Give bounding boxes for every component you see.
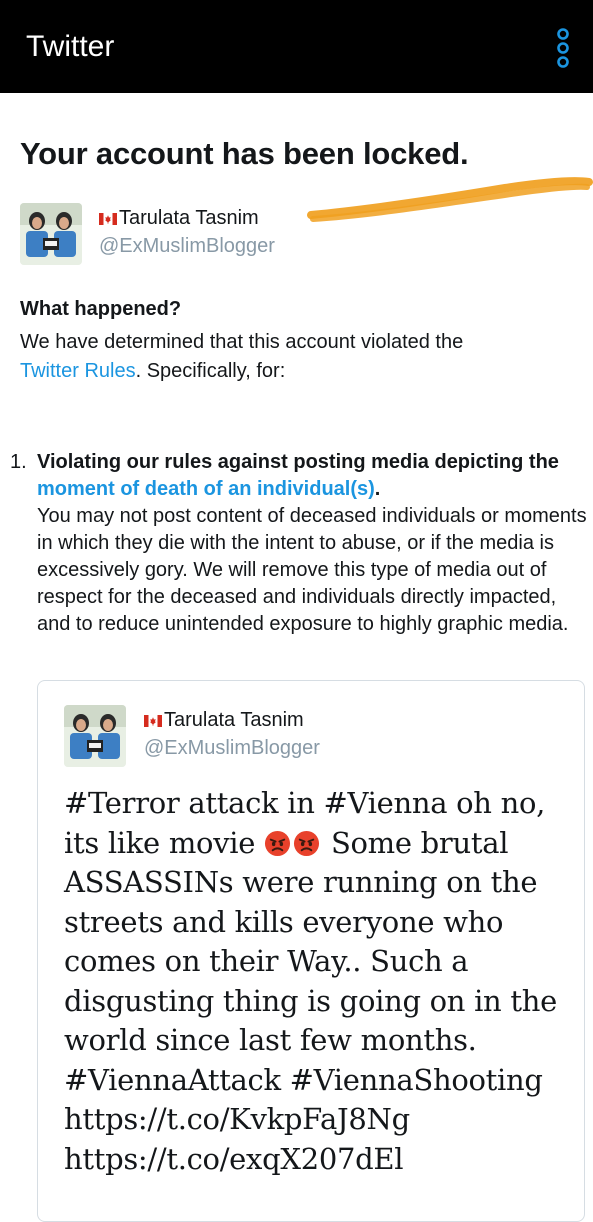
tweet-author-name-text: Tarulata Tasnim (164, 709, 304, 731)
avatar (20, 203, 82, 265)
tweet-line: ASSASSINs were running on the (64, 865, 538, 899)
orange-highlight-mark (307, 177, 593, 222)
tweet-line-part: Some brutal (322, 825, 509, 860)
tweet-line: disgusting thing is going on in the (64, 983, 557, 1018)
angry-face-icon (293, 830, 320, 856)
tweet-link[interactable]: https://t.co/KvkpFaJ8Ng (64, 1100, 569, 1140)
canada-flag-icon (144, 715, 162, 727)
tweet-line-part: its like movie (64, 825, 265, 860)
tweet-author-name: Tarulata Tasnim (144, 707, 304, 733)
tweet-line: streets and kills everyone who (64, 904, 504, 939)
account-name-text: Tarulata Tasnim (119, 207, 259, 229)
tweet-line: #Terror attack in #Vienna oh no, (64, 786, 546, 820)
what-happened-label: What happened? (20, 298, 182, 320)
tweet-author-handle: @ExMuslimBlogger (144, 737, 320, 759)
violation-title-text: Violating our rules against posting medi… (37, 451, 559, 473)
tweet-text: #Terror attack in #Vienna oh no, its lik… (64, 784, 569, 1179)
app-bar: Twitter (0, 0, 593, 93)
tweet-avatar (64, 705, 126, 767)
violation-title: Violating our rules against posting medi… (37, 449, 582, 503)
twitter-rules-link[interactable]: Twitter Rules (20, 360, 136, 382)
overflow-menu-icon[interactable] (551, 26, 575, 70)
app-title: Twitter (26, 30, 115, 63)
account-name: Tarulata Tasnim (99, 205, 259, 231)
what-happened-text: We have determined that this account vio… (20, 331, 464, 353)
tweet-line: #ViennaAttack #ViennaShooting (64, 1062, 543, 1097)
canada-flag-icon (99, 213, 117, 225)
violation-description: You may not post content of deceased ind… (37, 505, 587, 635)
tweet-line: world since last few months. (64, 1023, 477, 1057)
violation-title-suffix: . (374, 478, 381, 500)
moment-of-death-link[interactable]: moment of death of an individual(s) (37, 478, 375, 500)
what-happened-suffix: . Specifically, for: (135, 360, 286, 382)
violation-number: 1. (10, 451, 27, 473)
tweet-line: comes on their Way.. Such a (64, 944, 469, 978)
tweet-link[interactable]: https://t.co/exqX207dEl (64, 1140, 569, 1180)
tweet-line: its like movie Some brutal (64, 824, 569, 864)
what-happened-body: We have determined that this account vio… (20, 328, 580, 386)
account-handle: @ExMuslimBlogger (99, 235, 275, 257)
angry-face-icon (264, 830, 291, 856)
